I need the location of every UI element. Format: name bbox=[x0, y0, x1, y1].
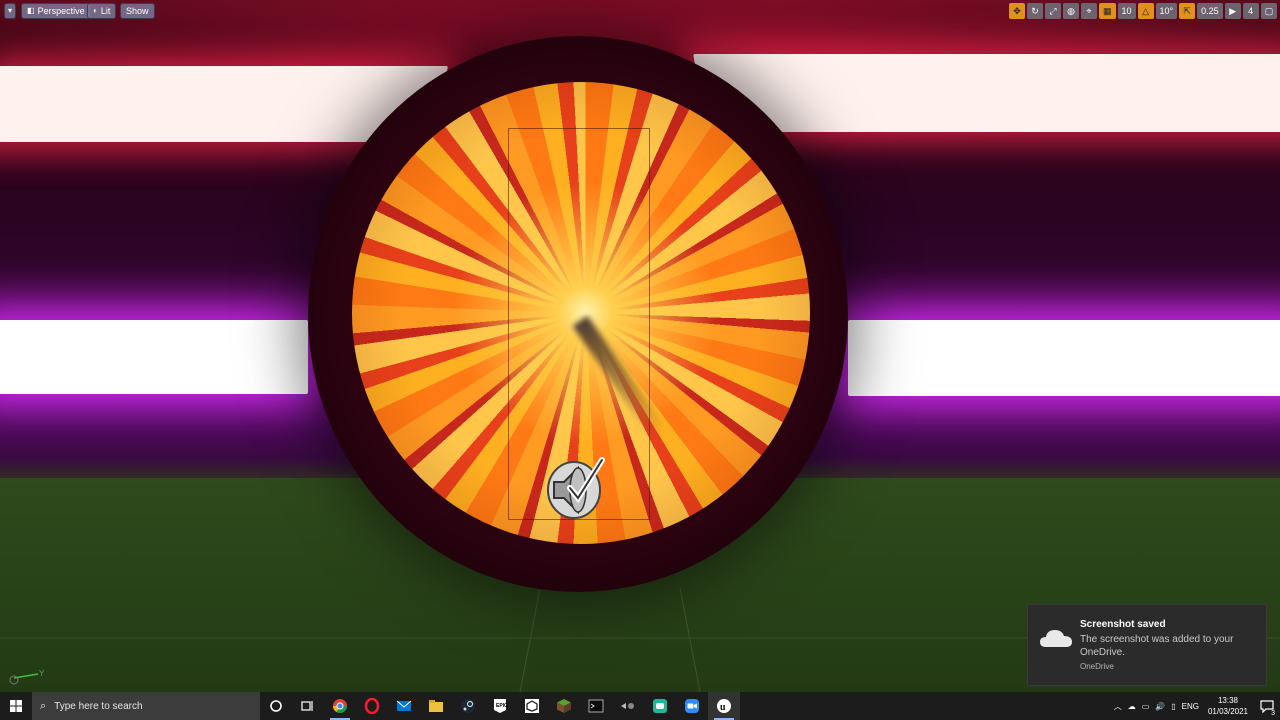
epic-games-icon[interactable]: EPIC bbox=[484, 692, 516, 720]
lit-label: Lit bbox=[100, 6, 111, 16]
notification-count-badge: 3 bbox=[1270, 710, 1276, 717]
lit-button[interactable]: ◐ Lit bbox=[87, 3, 117, 19]
grid-snap-icon[interactable]: ▦ bbox=[1099, 3, 1116, 19]
perspective-icon: ◧ bbox=[27, 6, 35, 15]
app-icon[interactable] bbox=[612, 692, 644, 720]
clock-date: 01/03/2021 bbox=[1207, 707, 1249, 716]
light-bar-top-right bbox=[693, 54, 1280, 132]
action-center-button[interactable]: 3 bbox=[1254, 692, 1280, 720]
svg-text:Y: Y bbox=[39, 669, 45, 678]
toast-body: The screenshot was added to your OneDriv… bbox=[1080, 634, 1234, 658]
chrome-icon[interactable] bbox=[324, 692, 356, 720]
rotation-snap-icon[interactable]: △ bbox=[1137, 3, 1154, 19]
scale-tool-icon[interactable]: ⤢ bbox=[1045, 3, 1061, 19]
game-app-icon[interactable] bbox=[644, 692, 676, 720]
windows-taskbar: ⌕ Type here to search EPIC u ︿ ☁ ▭ 🔊 ▯ E… bbox=[0, 692, 1280, 720]
language-indicator[interactable]: ENG bbox=[1179, 702, 1202, 711]
terminal-icon[interactable] bbox=[580, 692, 612, 720]
file-explorer-icon[interactable] bbox=[420, 692, 452, 720]
rotate-tool-icon[interactable]: ↻ bbox=[1027, 3, 1043, 19]
light-bar-middle-left bbox=[0, 320, 308, 394]
clock[interactable]: 13:38 01/03/2021 bbox=[1202, 695, 1254, 717]
network-icon[interactable]: ▭ bbox=[1139, 702, 1153, 711]
steam-icon[interactable] bbox=[452, 692, 484, 720]
screenshot-saved-toast[interactable]: Screenshot saved The screenshot was adde… bbox=[1027, 604, 1267, 686]
light-bar-middle-right bbox=[848, 320, 1280, 396]
search-placeholder: Type here to search bbox=[54, 700, 143, 712]
lit-icon: ◐ bbox=[93, 6, 98, 15]
zoom-icon[interactable] bbox=[676, 692, 708, 720]
camera-speed-value[interactable]: 4 bbox=[1242, 3, 1259, 19]
mail-icon[interactable] bbox=[388, 692, 420, 720]
onedrive-cloud-icon bbox=[1038, 627, 1074, 651]
power-icon[interactable]: ▯ bbox=[1168, 702, 1178, 711]
axis-gizmo-icon: Y bbox=[8, 664, 48, 688]
system-tray: ︿ ☁ ▭ 🔊 ▯ ENG 13:38 01/03/2021 3 bbox=[1111, 692, 1280, 720]
chevron-down-icon: ▾ bbox=[8, 6, 13, 15]
perspective-label: Perspective bbox=[37, 6, 85, 16]
maximize-viewport-icon[interactable]: ▢ bbox=[1260, 3, 1278, 19]
unity-icon[interactable] bbox=[516, 692, 548, 720]
scale-snap-icon[interactable]: ⇱ bbox=[1179, 3, 1196, 19]
toast-title: Screenshot saved bbox=[1080, 619, 1166, 630]
world-local-icon[interactable]: ◍ bbox=[1063, 3, 1079, 19]
camera-speed-icon[interactable]: ▶ bbox=[1224, 3, 1241, 19]
svg-text:u: u bbox=[720, 702, 726, 713]
viewport-toolbar: ▾ ◧ Perspective ◐ Lit Show ✥ ↻ ⤢ ◍ ⌖ ▦ 1… bbox=[0, 0, 1280, 22]
clock-time: 13:38 bbox=[1217, 696, 1239, 705]
start-button[interactable] bbox=[0, 692, 32, 720]
windows-logo-icon bbox=[10, 700, 22, 712]
toast-source: OneDrive bbox=[1080, 662, 1114, 671]
viewport-right-tools: ✥ ↻ ⤢ ◍ ⌖ ▦ 10 △ 10° ⇱ 0.25 ▶ 4 ▢ bbox=[1009, 3, 1278, 19]
unreal-engine-icon[interactable]: u bbox=[708, 692, 740, 720]
chevron-up-icon[interactable]: ︿ bbox=[1111, 701, 1125, 712]
opera-icon[interactable] bbox=[356, 692, 388, 720]
audio-speaker-icon[interactable] bbox=[540, 452, 608, 522]
volume-icon[interactable]: 🔊 bbox=[1152, 702, 1168, 711]
svg-text:EPIC: EPIC bbox=[496, 703, 507, 709]
task-view-icon[interactable] bbox=[292, 692, 324, 720]
translate-tool-icon[interactable]: ✥ bbox=[1009, 3, 1025, 19]
scale-snap-value[interactable]: 0.25 bbox=[1197, 3, 1223, 19]
onedrive-tray-icon[interactable]: ☁ bbox=[1125, 702, 1139, 711]
search-icon: ⌕ bbox=[40, 699, 47, 712]
perspective-button[interactable]: ◧ Perspective bbox=[21, 3, 91, 19]
minecraft-icon[interactable] bbox=[548, 692, 580, 720]
grid-snap-value[interactable]: 10 bbox=[1117, 3, 1136, 19]
viewport-menu-button[interactable]: ▾ bbox=[4, 3, 17, 19]
taskbar-search-box[interactable]: ⌕ Type here to search bbox=[32, 692, 260, 720]
surface-snap-icon[interactable]: ⌖ bbox=[1081, 3, 1097, 19]
show-label: Show bbox=[126, 6, 149, 16]
editor-viewport[interactable]: Y ▾ ◧ Perspective ◐ Lit Show ✥ ↻ ⤢ ◍ ⌖ ▦… bbox=[0, 0, 1280, 692]
show-button[interactable]: Show bbox=[120, 3, 155, 19]
rotation-snap-value[interactable]: 10° bbox=[1155, 3, 1178, 19]
cortana-icon[interactable] bbox=[260, 692, 292, 720]
